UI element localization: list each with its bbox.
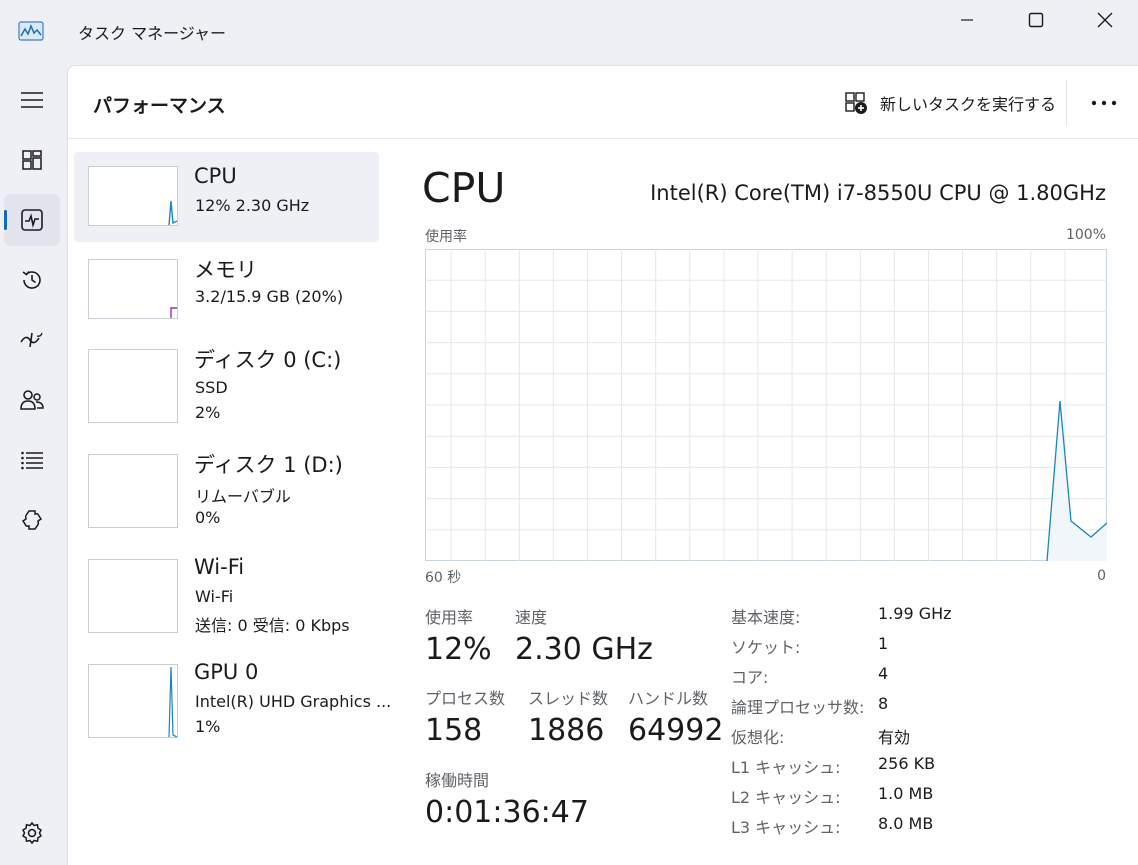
device-stat: 12% 2.30 GHz xyxy=(195,196,310,215)
device-type: SSD xyxy=(195,378,228,397)
minimize-button[interactable] xyxy=(932,0,1002,40)
nav-app-history[interactable] xyxy=(4,254,60,306)
app-history-icon xyxy=(22,270,41,289)
cpu-model-name: Intel(R) Core(TM) i7-8550U CPU @ 1.80GHz xyxy=(650,181,1106,205)
nav-details[interactable] xyxy=(4,434,60,486)
threads-label: スレッド数 xyxy=(528,689,609,708)
spec-key: L2 キャッシュ: xyxy=(731,788,841,807)
nav-services[interactable] xyxy=(4,494,60,546)
close-button[interactable] xyxy=(1070,0,1138,40)
spec-key: 仮想化: xyxy=(731,728,785,747)
page-header: パフォーマンス 新しいタスクを実行する xyxy=(68,66,1138,139)
device-name: メモリ xyxy=(194,258,257,282)
threads-value: 1886 xyxy=(528,713,605,748)
graph-y-label: 使用率 xyxy=(425,229,467,245)
nav-performance[interactable] xyxy=(4,194,60,246)
device-type: Wi-Fi xyxy=(195,587,234,606)
uptime-label: 稼働時間 xyxy=(425,771,490,790)
device-name: ディスク 1 (D:) xyxy=(194,453,343,477)
spec-key: ソケット: xyxy=(731,638,801,657)
run-new-task-button[interactable]: 新しいタスクを実行する xyxy=(844,88,1056,118)
spec-value: 有効 xyxy=(878,728,911,747)
device-stat: 3.2/15.9 GB (20%) xyxy=(195,287,344,306)
spec-key: 基本速度: xyxy=(731,608,801,627)
device-type: リムーバブル xyxy=(195,487,291,506)
startup-apps-icon xyxy=(20,332,43,348)
usage-value: 12% xyxy=(425,632,492,667)
device-stat: 1% xyxy=(195,717,221,736)
title-bar: タスク マネージャー xyxy=(0,0,1138,64)
more-options-button[interactable] xyxy=(1084,90,1124,116)
device-name: CPU xyxy=(194,164,237,188)
nav-settings[interactable] xyxy=(4,807,60,859)
nav-users[interactable] xyxy=(4,374,60,426)
cpu-thumbnail xyxy=(88,166,178,226)
device-item-cpu[interactable]: CPU 12% 2.30 GHz xyxy=(74,152,379,242)
cpu-usage-graph xyxy=(425,249,1107,561)
more-icon xyxy=(1091,100,1117,106)
active-indicator xyxy=(4,210,7,230)
device-type: Intel(R) UHD Graphics ... xyxy=(195,692,392,711)
graph-max-label: 100% xyxy=(1065,227,1106,243)
spec-value: 4 xyxy=(878,664,889,683)
processes-value: 158 xyxy=(425,713,483,748)
memory-thumbnail xyxy=(88,259,178,319)
processes-label: プロセス数 xyxy=(425,689,506,708)
menu-toggle-button[interactable] xyxy=(4,74,60,126)
spec-key: L1 キャッシュ: xyxy=(731,758,841,777)
services-icon xyxy=(21,510,43,530)
device-stat: 2% xyxy=(195,403,221,422)
users-icon xyxy=(20,390,44,410)
settings-icon xyxy=(22,821,42,845)
header-divider xyxy=(1066,80,1067,126)
device-item-memory[interactable]: メモリ 3.2/15.9 GB (20%) xyxy=(74,244,379,334)
spec-value: 1.0 MB xyxy=(878,784,934,803)
performance-icon xyxy=(21,209,43,231)
nav-startup-apps[interactable] xyxy=(4,314,60,366)
details-icon xyxy=(21,451,43,470)
spec-key: コア: xyxy=(731,668,769,687)
device-stat: 0% xyxy=(195,508,221,527)
graph-x-start-label: 60 秒 xyxy=(425,570,462,586)
run-task-label: 新しいタスクを実行する xyxy=(880,95,1057,114)
handles-label: ハンドル数 xyxy=(628,689,709,708)
uptime-value: 0:01:36:47 xyxy=(425,795,589,830)
device-item-gpu0[interactable]: GPU 0 Intel(R) UHD Graphics ... 1% xyxy=(74,652,391,752)
window-title: タスク マネージャー xyxy=(78,24,226,43)
nav-processes[interactable] xyxy=(4,134,60,186)
graph-x-end-label: 0 xyxy=(1097,568,1106,584)
processes-icon xyxy=(22,150,42,170)
maximize-button[interactable] xyxy=(1001,0,1071,40)
handles-value: 64992 xyxy=(628,713,724,748)
speed-value: 2.30 GHz xyxy=(515,632,653,667)
disk1-thumbnail xyxy=(88,454,178,528)
usage-label: 使用率 xyxy=(425,608,474,627)
device-item-disk1[interactable]: ディスク 1 (D:) リムーバブル 0% xyxy=(74,443,379,543)
menu-icon xyxy=(21,92,43,108)
device-item-disk0[interactable]: ディスク 0 (C:) SSD 2% xyxy=(74,338,379,438)
detail-title: CPU xyxy=(422,164,506,212)
spec-key: 論理プロセッサ数: xyxy=(731,698,865,717)
task-manager-app-icon xyxy=(18,20,44,42)
spec-key: L3 キャッシュ: xyxy=(731,818,841,837)
page-title: パフォーマンス xyxy=(93,95,226,117)
device-item-wifi[interactable]: Wi-Fi Wi-Fi 送信: 0 受信: 0 Kbps xyxy=(74,547,379,647)
device-stat: 送信: 0 受信: 0 Kbps xyxy=(195,616,350,635)
spec-value: 1.99 GHz xyxy=(878,604,952,623)
disk0-thumbnail xyxy=(88,349,178,423)
run-task-icon xyxy=(845,92,867,114)
spec-value: 256 KB xyxy=(878,754,936,773)
device-name: ディスク 0 (C:) xyxy=(194,348,342,372)
gpu0-thumbnail xyxy=(88,664,178,738)
device-name: GPU 0 xyxy=(194,660,259,684)
spec-value: 1 xyxy=(878,634,889,653)
speed-label: 速度 xyxy=(515,608,548,627)
spec-value: 8 xyxy=(878,694,889,713)
main-panel: パフォーマンス 新しいタスクを実行する CPU 12% 2.30 GHz メモリ… xyxy=(67,65,1138,865)
device-name: Wi-Fi xyxy=(194,555,245,579)
spec-value: 8.0 MB xyxy=(878,814,934,833)
wifi-thumbnail xyxy=(88,559,178,633)
